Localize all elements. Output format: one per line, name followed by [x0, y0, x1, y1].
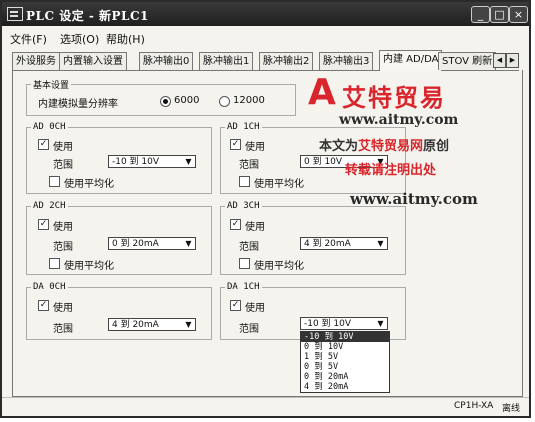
ad-1ch-average-label: 使用平均化 [254, 179, 304, 190]
da-1ch-range-label: 范围 [239, 324, 259, 335]
window-title: PLC 设定 - 新PLC1 [26, 9, 149, 23]
ad-0ch-use-label: 使用 [53, 142, 73, 153]
da-1ch-range-value: -10 到 10V [304, 319, 352, 329]
status-model: CP1H-XA [454, 401, 494, 411]
menu-file[interactable]: 文件(F) [10, 31, 47, 47]
dropdown-option[interactable]: 1 到 5V [301, 352, 389, 362]
tab-pulse-out-1[interactable]: 脉冲输出1 [199, 52, 254, 70]
da-1ch-range-select[interactable]: -10 到 10V ▼ [300, 317, 388, 330]
checkbox-checked-icon[interactable]: ✓ [38, 139, 49, 150]
tab-builtin-input[interactable]: 内置输入设置 [59, 52, 127, 70]
status-bar: CP1H-XA 离线 [2, 397, 529, 416]
ad-1ch-range-label: 范围 [239, 160, 259, 171]
tab-scroll-right-icon[interactable]: ▶ [506, 53, 519, 68]
da-1ch-range-dropdown: -10 到 10V 0 到 10V 1 到 5V 0 到 5V 0 到 20mA… [300, 331, 390, 393]
title-bar: PLC 设定 - 新PLC1 _ □ × [2, 2, 529, 26]
ad-2ch-use-label: 使用 [53, 222, 73, 233]
ad-1ch-average-checkbox[interactable] [239, 176, 250, 187]
ad-2ch-legend: AD 2CH [33, 201, 66, 211]
plc-settings-window: PLC 设定 - 新PLC1 _ □ × 文件(F) 选项(O) 帮助(H) 外… [0, 0, 531, 418]
ad-3ch-average-label: 使用平均化 [254, 261, 304, 272]
checkbox-checked-icon[interactable]: ✓ [230, 139, 241, 150]
ad-1ch-use-label: 使用 [245, 142, 265, 153]
tab-pulse-out-3[interactable]: 脉冲输出3 [319, 52, 374, 70]
da-1ch-use-label: 使用 [245, 303, 265, 314]
checkbox-checked-icon[interactable]: ✓ [38, 300, 49, 311]
maximize-icon[interactable]: □ [490, 6, 509, 23]
menu-bar: 文件(F) 选项(O) 帮助(H) [2, 28, 529, 46]
watermark-line1: 本文为艾特贸易网原创 [319, 135, 449, 154]
tab-scroll-left-icon[interactable]: ◀ [493, 53, 506, 68]
resolution-6000-label: 6000 [174, 95, 200, 106]
da-0ch-use-label: 使用 [53, 303, 73, 314]
ad-2ch-range-label: 范围 [53, 242, 73, 253]
dropdown-arrow-icon: ▼ [185, 239, 192, 248]
da-0ch-range-label: 范围 [53, 324, 73, 335]
ad-3ch-range-select[interactable]: 4 到 20mA ▼ [300, 237, 388, 250]
resolution-12000-label: 12000 [233, 95, 265, 106]
da-0ch-legend: DA 0CH [33, 282, 66, 292]
watermark-url: www.aitmy.com [339, 112, 459, 128]
ad-2ch-average-label: 使用平均化 [64, 261, 114, 272]
ad-3ch-use-label: 使用 [245, 222, 265, 233]
ad-1ch-legend: AD 1CH [227, 122, 260, 132]
resolution-radio-12000[interactable] [219, 96, 230, 107]
minimize-icon[interactable]: _ [471, 6, 490, 23]
ad-0ch-range-label: 范围 [53, 160, 73, 171]
tab-pulse-out-0[interactable]: 脉冲输出0 [139, 52, 194, 70]
watermark-line1-c: 原创 [423, 139, 450, 154]
da-0ch-range-value: 4 到 20mA [112, 320, 159, 330]
close-icon[interactable]: × [509, 6, 528, 23]
da-0ch-range-select[interactable]: 4 到 20mA ▼ [108, 318, 196, 331]
ad-0ch-range-value: -10 到 10V [112, 157, 160, 167]
watermark-line1-a: 本文为 [319, 139, 359, 154]
ad-0ch-average-checkbox[interactable] [49, 176, 60, 187]
ad-1ch-range-value: 0 到 10V [304, 157, 343, 167]
checkbox-checked-icon[interactable]: ✓ [230, 300, 241, 311]
ad-2ch-average-checkbox[interactable] [49, 258, 60, 269]
ad-3ch-legend: AD 3CH [227, 201, 260, 211]
ad-0ch-legend: AD 0CH [33, 122, 66, 132]
dropdown-option[interactable]: -10 到 10V [301, 332, 389, 342]
checkbox-checked-icon[interactable]: ✓ [38, 219, 49, 230]
ad-0ch-range-select[interactable]: -10 到 10V ▼ [108, 155, 196, 168]
dropdown-option[interactable]: 0 到 10V [301, 342, 389, 352]
watermark-line2: 转载请注明出处 [345, 163, 437, 178]
dropdown-arrow-icon: ▼ [377, 319, 384, 328]
ad-2ch-range-select[interactable]: 0 到 20mA ▼ [108, 237, 196, 250]
dropdown-arrow-icon: ▼ [377, 239, 384, 248]
tab-strip: 外设服务 内置输入设置 脉冲输出0 脉冲输出1 脉冲输出2 脉冲输出3 内建 A… [12, 50, 519, 71]
resolution-label: 内建模拟量分辨率 [38, 99, 118, 110]
menu-options[interactable]: 选项(O) [60, 31, 99, 47]
dropdown-arrow-icon: ▼ [185, 320, 192, 329]
watermark-url2: www.aitmy.com [350, 190, 478, 208]
da-1ch-legend: DA 1CH [227, 282, 260, 292]
dropdown-option[interactable]: 0 到 20mA [301, 372, 389, 382]
tab-peripheral[interactable]: 外设服务 [12, 52, 60, 70]
watermark-brand: 艾特贸易 [342, 84, 446, 112]
ad-3ch-range-label: 范围 [239, 242, 259, 253]
dropdown-option[interactable]: 0 到 5V [301, 362, 389, 372]
basic-settings-legend: 基本设置 [33, 81, 70, 91]
watermark-logo: A [308, 72, 336, 113]
app-icon [7, 7, 23, 21]
menu-help[interactable]: 帮助(H) [106, 31, 145, 47]
tab-pulse-out-2[interactable]: 脉冲输出2 [259, 52, 314, 70]
dropdown-arrow-icon: ▼ [185, 157, 192, 166]
status-mode: 离线 [502, 404, 521, 414]
ad-2ch-range-value: 0 到 20mA [112, 239, 159, 249]
watermark-line1-b: 艾特贸易网 [358, 139, 424, 154]
resolution-radio-6000[interactable] [160, 96, 171, 107]
ad-3ch-average-checkbox[interactable] [239, 258, 250, 269]
dropdown-option[interactable]: 4 到 20mA [301, 382, 389, 392]
tab-builtin-ad-da[interactable]: 内建 AD/DA [379, 50, 443, 71]
checkbox-checked-icon[interactable]: ✓ [230, 219, 241, 230]
ad-3ch-range-value: 4 到 20mA [304, 239, 351, 249]
ad-0ch-average-label: 使用平均化 [64, 179, 114, 190]
tab-stov-refresh[interactable]: STOV 刷新 [438, 52, 497, 70]
